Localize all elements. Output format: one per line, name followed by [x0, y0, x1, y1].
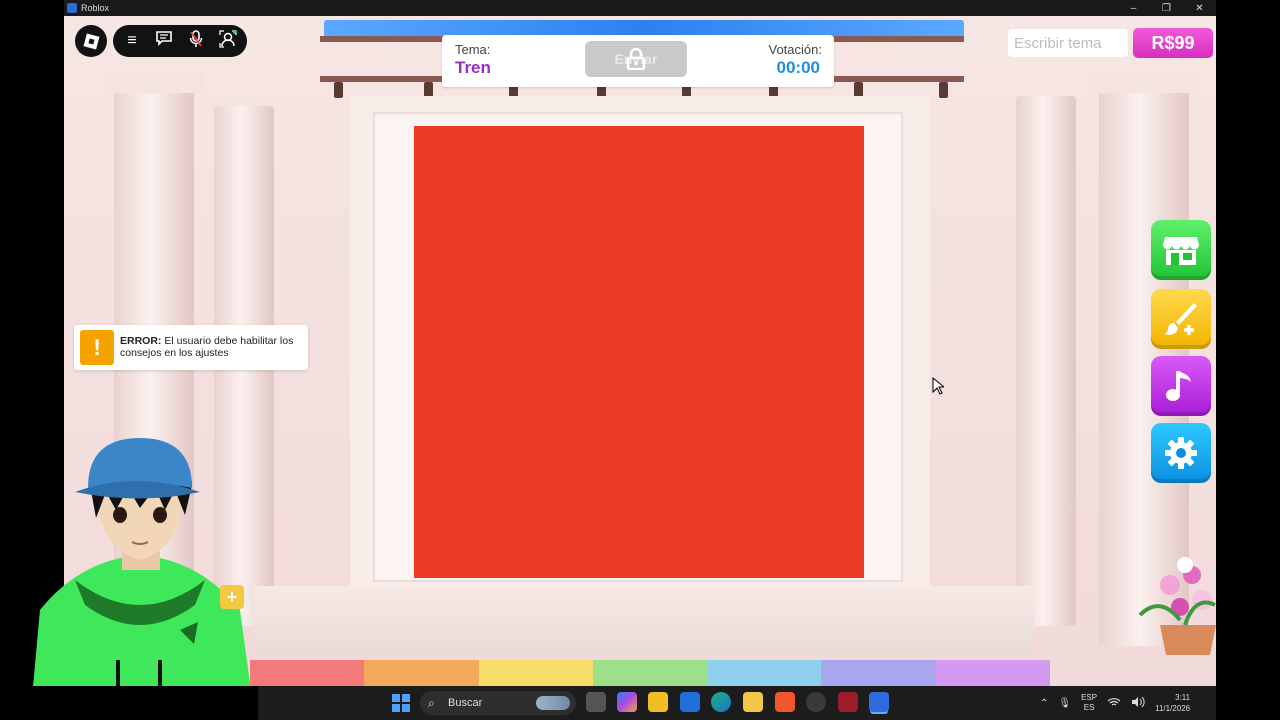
lock-icon — [626, 48, 646, 70]
hamburger-menu-icon[interactable]: ≡ — [121, 32, 143, 50]
rainbow-floor — [250, 660, 1050, 686]
topic-value: Tren — [455, 58, 491, 77]
edge-browser-icon[interactable] — [711, 692, 731, 712]
search-highlight-image — [536, 696, 570, 710]
drawing-canvas[interactable] — [414, 126, 864, 578]
roblox-logo-icon — [83, 33, 99, 49]
maximize-button[interactable]: ❐ — [1150, 3, 1183, 14]
error-toast: ! ERROR: El usuario debe habilitar los c… — [74, 325, 308, 370]
show-hidden-icons-chevron-icon[interactable]: ⌃ — [1040, 698, 1048, 709]
pillar-cap — [1089, 71, 1199, 93]
taskbar-search[interactable]: ⌕ Buscar — [420, 691, 576, 715]
self-view-icon[interactable] — [217, 29, 239, 53]
gear-icon — [1165, 437, 1197, 469]
stage-floor — [254, 586, 1034, 656]
clock-date: 11/1/2026 — [1155, 704, 1191, 713]
vote-timer: 00:00 — [776, 58, 820, 77]
send-button[interactable]: Enviar — [585, 41, 687, 77]
flower-pot-decoration — [1138, 557, 1216, 655]
steam-icon[interactable] — [806, 692, 826, 712]
shop-icon — [1163, 237, 1199, 265]
input-language-indicator[interactable]: ESP ES — [1081, 693, 1097, 713]
microphone-tray-icon[interactable]: 🎙 — [1058, 698, 1071, 709]
taskbar-clock[interactable]: 3:11 11/1/2026 — [1155, 692, 1190, 714]
paint-brush-icon — [1164, 303, 1197, 335]
close-button[interactable]: ✕ — [1183, 3, 1216, 14]
music-button[interactable] — [1151, 356, 1211, 416]
paint-button[interactable] — [1151, 289, 1211, 349]
file-explorer-icon[interactable] — [743, 692, 763, 712]
topic-panel: Tema: Tren Enviar Votación: 00:00 — [442, 35, 834, 87]
keyboard-code: ES — [1083, 703, 1095, 712]
robux-button[interactable]: R$99 — [1133, 28, 1213, 58]
brave-browser-icon[interactable] — [775, 692, 795, 712]
avatar-character — [30, 438, 255, 720]
roblox-app-icon — [67, 3, 77, 13]
vtuber-app-icon[interactable] — [838, 692, 858, 712]
copilot-icon[interactable] — [617, 692, 637, 712]
mouse-cursor-icon — [932, 377, 944, 395]
error-message: ERROR: El usuario debe habilitar los con… — [120, 335, 304, 359]
language-code: ESP — [1081, 693, 1098, 702]
microsoft-store-icon[interactable] — [648, 692, 668, 712]
topic-label: Tema: — [455, 42, 491, 57]
roblox-topbar: ≡ — [75, 25, 247, 57]
error-prefix: ERROR: — [120, 335, 162, 347]
windows-start-button[interactable] — [392, 694, 410, 712]
task-view-icon[interactable] — [586, 692, 606, 712]
microphone-icon[interactable] — [185, 29, 207, 53]
taskbar-search-label: Buscar — [448, 697, 483, 709]
roblox-menu-button[interactable] — [75, 25, 107, 57]
window-title: Roblox — [81, 3, 110, 13]
add-button[interactable]: + — [220, 585, 244, 609]
roblox-menu-pill: ≡ — [113, 25, 247, 57]
chat-icon[interactable] — [153, 31, 175, 51]
system-tray: ⌃ 🎙 ESP ES 3:11 11/1/2026 — [1040, 688, 1190, 718]
screen: Roblox – ❐ ✕ ≡ Tema: Tren Enviar Votació… — [0, 0, 1280, 720]
pillar-cap — [104, 71, 204, 93]
topic-input[interactable] — [1008, 29, 1128, 57]
vote-label: Votación: — [768, 42, 823, 57]
stage-lamp — [334, 82, 343, 98]
search-icon: ⌕ — [428, 696, 435, 710]
settings-button[interactable] — [1151, 423, 1211, 483]
window-titlebar: Roblox – ❐ ✕ — [64, 0, 1216, 16]
warning-icon: ! — [80, 330, 114, 365]
wifi-icon[interactable] — [1107, 697, 1121, 710]
shop-button[interactable] — [1151, 220, 1211, 280]
pillar — [1016, 96, 1076, 626]
volume-icon[interactable] — [1131, 696, 1145, 710]
stage-lamp — [939, 82, 948, 98]
clock-time: 3:11 — [1175, 693, 1191, 702]
mail-icon[interactable] — [680, 692, 700, 712]
minimize-button[interactable]: – — [1117, 3, 1150, 14]
music-note-icon — [1166, 371, 1191, 401]
roblox-taskbar-icon[interactable] — [869, 692, 889, 712]
